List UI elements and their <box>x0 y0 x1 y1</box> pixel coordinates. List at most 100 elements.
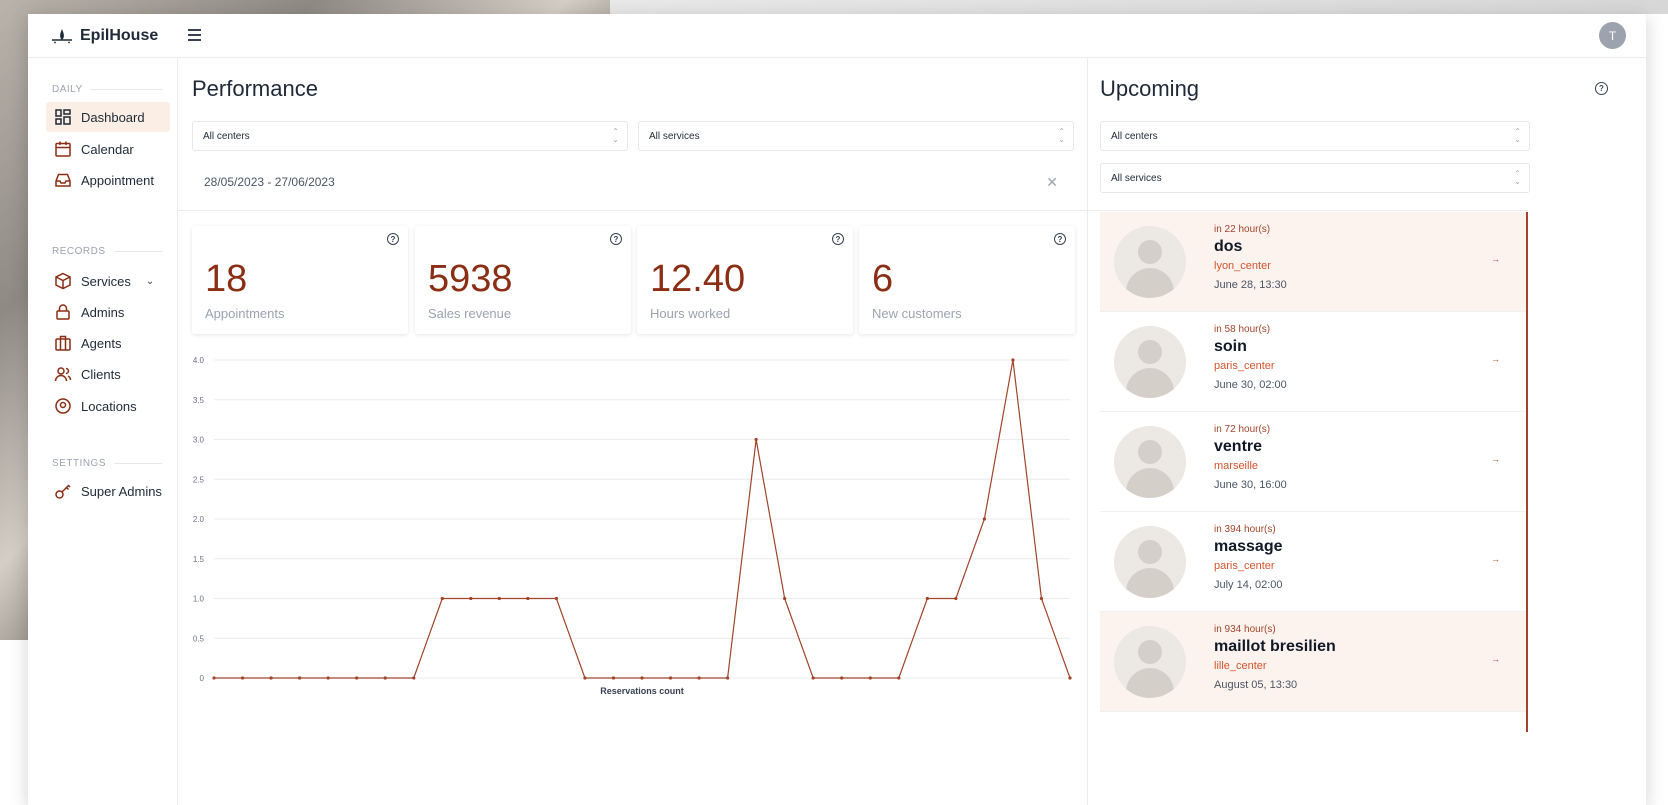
upcoming-centers-select[interactable]: All centers ⌃ ⌄ <box>1100 121 1530 151</box>
sidebar-item-clients[interactable]: Clients <box>46 359 170 389</box>
help-icon[interactable]: ? <box>387 233 399 245</box>
stat-card-hours-worked: ? 12.40 Hours worked <box>637 226 853 334</box>
data-point[interactable] <box>554 596 558 601</box>
upcoming-date: June 30, 16:00 <box>1214 479 1287 491</box>
avatar <box>1114 426 1186 498</box>
data-point[interactable] <box>497 596 501 601</box>
help-icon[interactable]: ? <box>1054 233 1066 245</box>
data-point[interactable] <box>840 676 844 680</box>
services-select[interactable]: All services ⌃ ⌄ <box>638 121 1074 151</box>
y-tick-label: 0 <box>200 674 205 683</box>
data-point[interactable] <box>326 676 330 680</box>
stat-label: Hours worked <box>650 306 731 321</box>
lock-icon <box>56 304 70 320</box>
stat-value: 5938 <box>428 258 513 300</box>
centers-select[interactable]: All centers ⌃ ⌄ <box>192 121 628 151</box>
data-point[interactable] <box>583 676 587 680</box>
chevron-down-icon[interactable]: ⌄ <box>146 276 154 287</box>
data-point[interactable] <box>925 596 929 601</box>
sidebar-item-locations[interactable]: Locations <box>46 391 170 421</box>
help-icon[interactable]: ? <box>1595 82 1608 95</box>
data-point[interactable] <box>954 596 958 601</box>
upcoming-service-name: massage <box>1214 538 1283 555</box>
users-icon <box>54 367 72 382</box>
data-point[interactable] <box>383 676 387 680</box>
sidebar-item-label: Services <box>81 273 131 289</box>
arrow-right-icon[interactable]: → <box>1491 554 1500 564</box>
sidebar-item-calendar[interactable]: Calendar <box>46 134 170 164</box>
menu-toggle-icon[interactable] <box>188 24 210 46</box>
help-icon[interactable]: ? <box>832 233 844 245</box>
arrow-right-icon[interactable]: → <box>1491 254 1500 264</box>
sidebar-item-agents[interactable]: Agents <box>46 328 170 358</box>
x-axis-label: Reservations count <box>600 686 684 696</box>
brand-name: EpilHouse <box>80 27 159 44</box>
clear-icon[interactable]: ✕ <box>1046 174 1058 191</box>
data-point[interactable] <box>269 676 273 680</box>
upcoming-eta: in 934 hour(s) <box>1214 624 1276 635</box>
stat-card-sales-revenue: ? 5938 Sales revenue <box>415 226 631 334</box>
data-point[interactable] <box>298 676 302 680</box>
date-range-input[interactable]: 28/05/2023 - 27/06/2023 ✕ <box>192 168 1072 198</box>
app-window: EpilHouse T DAILY Dashboard Calendar App… <box>28 14 1646 805</box>
data-point[interactable] <box>440 596 444 601</box>
brand-logo[interactable]: EpilHouse <box>50 24 158 48</box>
data-point[interactable] <box>868 676 872 680</box>
sidebar-item-dashboard[interactable]: Dashboard <box>46 102 170 132</box>
data-point[interactable] <box>1039 596 1044 601</box>
upcoming-centers-select-value: All centers <box>1111 131 1158 142</box>
data-point[interactable] <box>611 676 616 680</box>
data-point[interactable] <box>754 437 758 442</box>
sidebar-item-appointment[interactable]: Appointment <box>46 165 170 195</box>
data-point[interactable] <box>469 596 473 601</box>
sidebar-item-label: Calendar <box>81 141 134 157</box>
data-point[interactable] <box>697 676 701 680</box>
help-icon[interactable]: ? <box>610 233 622 245</box>
data-point[interactable] <box>526 596 530 601</box>
data-point[interactable] <box>212 676 216 680</box>
sidebar-item-super-admins[interactable]: Super Admins <box>46 476 170 506</box>
data-point[interactable] <box>982 517 987 521</box>
data-point[interactable] <box>1068 676 1072 680</box>
arrow-right-icon[interactable]: → <box>1491 354 1500 364</box>
background-strip <box>610 0 1668 14</box>
centers-select-value: All centers <box>203 131 250 142</box>
data-point[interactable] <box>668 676 673 680</box>
upcoming-item[interactable]: in 934 hour(s) maillot bresilien lille_c… <box>1100 612 1526 712</box>
sidebar-section-daily: DAILY <box>52 84 162 95</box>
upcoming-eta: in 72 hour(s) <box>1214 424 1271 435</box>
user-avatar[interactable]: T <box>1599 22 1626 49</box>
arrow-right-icon[interactable]: → <box>1491 454 1500 464</box>
upcoming-item[interactable]: in 394 hour(s) massage paris_center July… <box>1100 512 1526 612</box>
data-point[interactable] <box>640 676 644 680</box>
sidebar-section-records: RECORDS <box>52 246 162 257</box>
data-point[interactable] <box>412 676 416 680</box>
upcoming-item[interactable]: in 72 hour(s) ventre marseille June 30, … <box>1100 412 1526 512</box>
data-point[interactable] <box>783 596 787 601</box>
upcoming-services-select[interactable]: All services ⌃ ⌄ <box>1100 163 1530 193</box>
y-tick-label: 2.5 <box>193 475 205 484</box>
avatar <box>1114 526 1186 598</box>
data-point[interactable] <box>811 676 815 680</box>
sidebar-item-services[interactable]: Services ⌄ <box>46 266 170 296</box>
avatar <box>1114 626 1186 698</box>
upcoming-item[interactable]: in 58 hour(s) soin paris_center June 30,… <box>1100 312 1526 412</box>
sidebar-item-admins[interactable]: Admins <box>46 297 170 327</box>
date-range-value: 28/05/2023 - 27/06/2023 <box>204 175 335 189</box>
upcoming-item[interactable]: in 22 hour(s) dos lyon_center June 28, 1… <box>1100 212 1526 312</box>
data-point[interactable] <box>897 676 901 680</box>
data-point[interactable] <box>240 676 245 680</box>
inbox-icon <box>55 173 71 187</box>
data-point[interactable] <box>355 676 359 680</box>
y-tick-label: 3.5 <box>193 396 205 405</box>
upcoming-center: marseille <box>1214 460 1259 472</box>
sidebar-section-settings: SETTINGS <box>52 458 162 469</box>
sidebar-item-label: Appointment <box>81 172 154 188</box>
upcoming-panel: Upcoming ? All centers ⌃ ⌄ All services ⌃… <box>1088 58 1646 805</box>
reservations-chart: 0 0.5 1.0 1.5 2.0 2.5 3.0 3.5 4.0 Reservations co… <box>178 350 1088 710</box>
upcoming-eta: in 394 hour(s) <box>1214 524 1276 535</box>
data-point[interactable] <box>1011 358 1015 362</box>
upcoming-date: July 14, 02:00 <box>1214 579 1283 591</box>
arrow-right-icon[interactable]: → <box>1491 654 1500 664</box>
data-point[interactable] <box>726 676 730 680</box>
